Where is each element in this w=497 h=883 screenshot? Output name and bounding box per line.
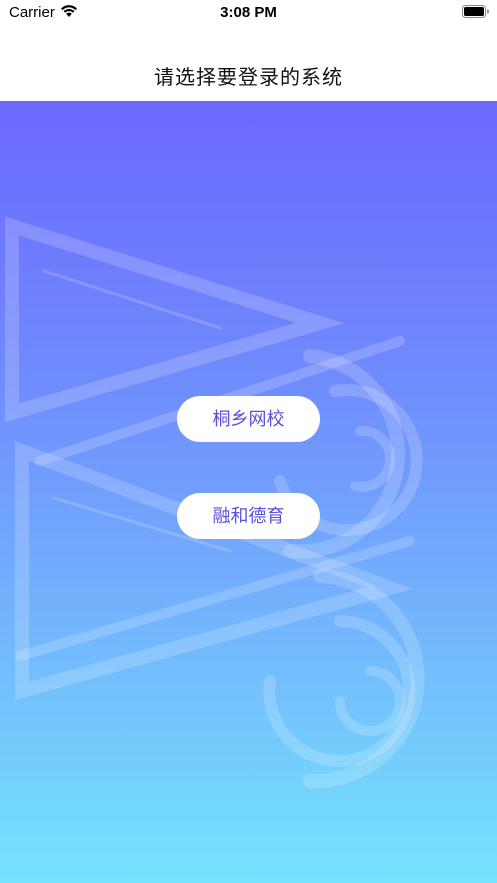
gradient-background: 桐乡网校 融和德育 bbox=[0, 101, 497, 883]
system-button-tongxiang-school[interactable]: 桐乡网校 bbox=[177, 396, 320, 442]
clock: 3:08 PM bbox=[220, 4, 277, 21]
play-camera-logo-watermark-icon bbox=[5, 216, 425, 789]
login-system-select-screen: Carrier 3:08 PM 请选择要登录的系统 桐乡网校 融和德育 bbox=[0, 0, 497, 883]
navigation-bar: 请选择要登录的系统 bbox=[0, 28, 497, 101]
page-title: 请选择要登录的系统 bbox=[154, 65, 343, 89]
battery-icon bbox=[462, 5, 489, 18]
system-button-ronghe-moral-education[interactable]: 融和德育 bbox=[177, 493, 320, 539]
status-bar: Carrier 3:08 PM bbox=[0, 0, 497, 28]
